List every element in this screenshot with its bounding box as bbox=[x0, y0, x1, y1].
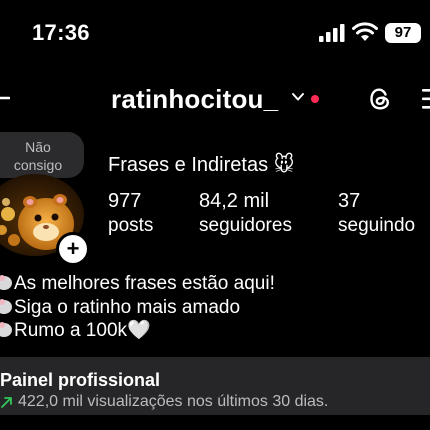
panel-subtitle: 422,0 mil visualizações nos últimos 30 d… bbox=[18, 393, 329, 410]
profile-full-name: Frases e Indiretas 🐭 bbox=[108, 154, 295, 176]
mouse-emoji-icon bbox=[0, 322, 12, 337]
mouse-emoji-icon bbox=[0, 275, 12, 290]
followers-count[interactable]: 84,2 mil bbox=[199, 190, 269, 213]
bio-text-2: Siga o ratinho mais amado bbox=[14, 297, 241, 318]
trend-up-arrow-icon bbox=[1, 397, 12, 408]
cellular-signal-icon bbox=[319, 24, 345, 42]
mouse-emoji-icon bbox=[0, 299, 12, 314]
bio-line-2: Siga o ratinho mais amado bbox=[0, 296, 240, 320]
following-count[interactable]: 37 bbox=[338, 190, 360, 213]
posts-label: posts bbox=[108, 215, 154, 236]
username-title[interactable]: ratinhocitou_ bbox=[111, 84, 278, 115]
status-time: 17:36 bbox=[32, 20, 90, 45]
bio-line-1: As melhores frases estão aqui! bbox=[0, 272, 275, 296]
threads-icon[interactable] bbox=[366, 85, 394, 113]
bio-line-3: Rumo a 100k🤍 bbox=[0, 319, 151, 343]
bio-text-1: As melhores frases estão aqui! bbox=[14, 273, 275, 294]
chevron-down-icon[interactable] bbox=[291, 91, 305, 103]
add-story-button[interactable]: + bbox=[56, 232, 90, 266]
posts-count[interactable]: 977 bbox=[108, 190, 141, 213]
panel-title: Painel profissional bbox=[0, 370, 161, 390]
followers-label: seguidores bbox=[199, 215, 292, 236]
menu-icon[interactable] bbox=[418, 88, 430, 110]
notification-dot bbox=[311, 95, 319, 103]
following-label: seguindo bbox=[338, 215, 416, 236]
back-arrow-icon[interactable] bbox=[0, 88, 10, 108]
bio-text-3: Rumo a 100k🤍 bbox=[14, 320, 151, 341]
wifi-icon bbox=[352, 22, 378, 41]
battery-indicator: 97 bbox=[385, 23, 421, 43]
